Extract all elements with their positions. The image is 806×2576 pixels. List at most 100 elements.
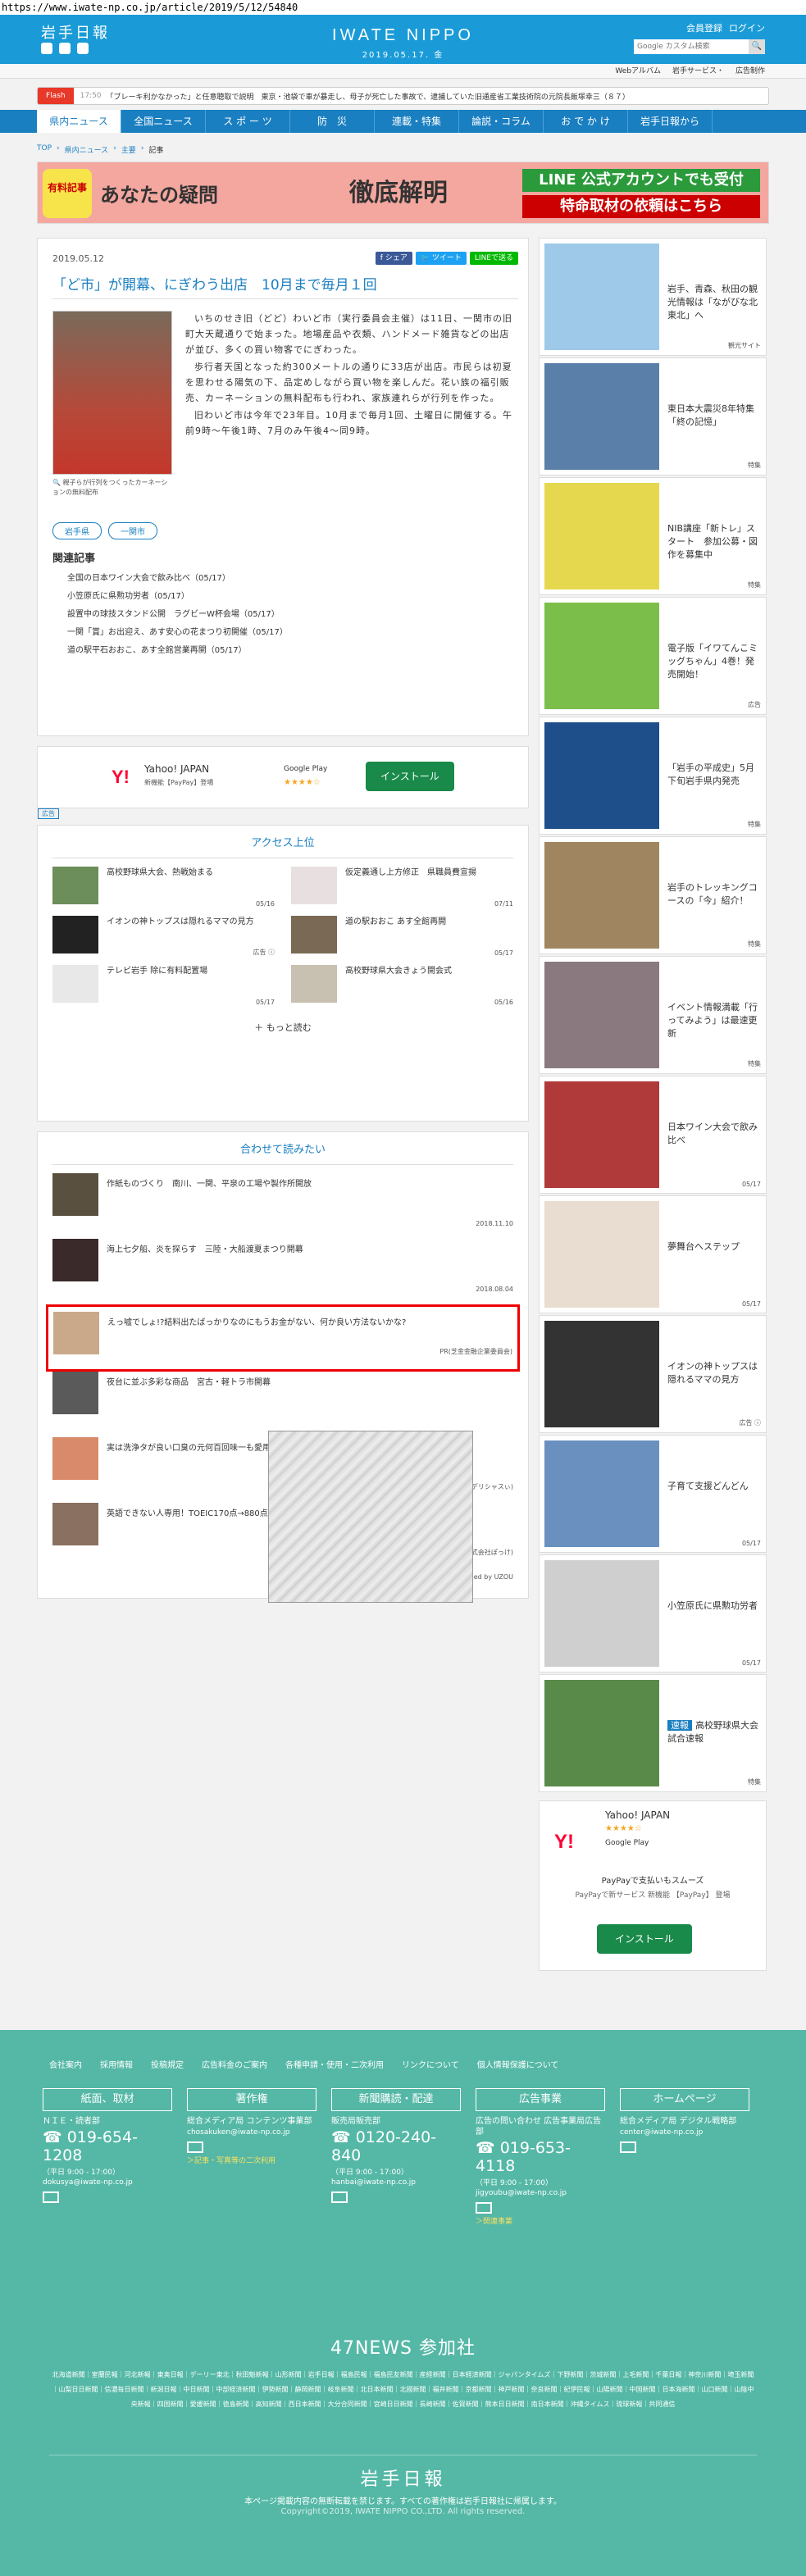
sidebar-thumb[interactable] xyxy=(544,962,659,1068)
reco-text[interactable]: 作紙ものづくり 南川、一関、平泉の工場や製作所開放 xyxy=(107,1178,312,1239)
sidebar-thumb[interactable] xyxy=(544,483,659,589)
reco-thumb[interactable] xyxy=(52,1173,98,1216)
footer-link[interactable]: 広告料金のご案内 xyxy=(202,2058,267,2070)
install-button[interactable]: インストール xyxy=(597,1924,692,1954)
sidebar-item[interactable]: 東日本大震災8年特集「終の記憶」 特集 xyxy=(539,357,767,476)
ranking-item[interactable]: 仮定義通し上方修正 県職員費宣揚 07/11 xyxy=(291,867,513,908)
sidebar-item[interactable]: イオンの神トップスは隠れるママの見方 広告 ⓘ xyxy=(539,1315,767,1433)
sidebar-item[interactable]: 速報 高校野球県大会 試合速報 特集 xyxy=(539,1674,767,1792)
contact-phone[interactable]: ☎ 0120-240-840 xyxy=(331,2128,461,2164)
ranking-text[interactable]: テレビ岩手 除に有料配置場 xyxy=(107,965,207,1006)
reco-item[interactable]: 海上七夕船、炎を探らす 三陸・大船渡夏まつり開幕 2018.08.04 xyxy=(52,1239,513,1304)
banner-request-cta[interactable]: 特命取材の依頼はこちら xyxy=(522,195,760,218)
contact-link[interactable]: ＞関連事業 xyxy=(476,2215,605,2226)
footer-link[interactable]: リンクについて xyxy=(402,2058,459,2070)
sidebar-thumb[interactable] xyxy=(544,1321,659,1427)
mail-icon[interactable] xyxy=(476,2202,492,2214)
ranking-text[interactable]: イオンの神トップスは隠れるママの見方 xyxy=(107,916,254,957)
reco-text[interactable]: 夜台に並ぶ多彩な商品 宮古・軽トラ市開幕 xyxy=(107,1377,271,1437)
contact-link[interactable]: ＞記事・写真等の二次利用 xyxy=(187,2155,316,2165)
reco-thumb[interactable] xyxy=(52,1437,98,1480)
tag-ichinoseki[interactable]: 一関市 xyxy=(108,522,157,539)
sidebar-item[interactable]: 岩手のトレッキングコースの「今」紹介！ 特集 xyxy=(539,836,767,954)
contact-email[interactable]: jigyoubu@iwate-np.co.jp xyxy=(476,2189,605,2197)
yahoo-app-ad-sidebar[interactable]: Y! Yahoo! JAPAN ★★★★☆ Google Play PayPay… xyxy=(539,1800,767,1971)
tweet-button[interactable]: 🐦 ツイート xyxy=(415,252,467,265)
sidebar-text[interactable]: 小笠原氏に県勲功労者 xyxy=(667,1600,758,1667)
contact-heading[interactable]: 広告事業 xyxy=(476,2088,605,2111)
sidebar-item[interactable]: 岩手、青森、秋田の観光情報は「ながびな北東北」へ 観光サイト xyxy=(539,238,767,356)
sidebar-item[interactable]: 電子版「イワてんこミッグちゃん」4巻！発売開始！ 広告 xyxy=(539,597,767,715)
sidebar-thumb[interactable] xyxy=(544,722,659,829)
search-input[interactable] xyxy=(634,39,749,54)
subnav-item[interactable]: Webアルバム xyxy=(615,64,661,78)
sidebar-text[interactable]: 東日本大震災8年特集「終の記憶」 xyxy=(667,403,761,470)
mail-icon[interactable] xyxy=(43,2191,59,2203)
related-item[interactable]: 一関「賞」お出迎え、あす安心の花まつり初開催（05/17） xyxy=(67,624,518,642)
sidebar-thumb[interactable] xyxy=(544,1560,659,1667)
url-bar[interactable]: https://www.iwate-np.co.jp/article/2019/… xyxy=(0,0,806,15)
footer-link[interactable]: 会社案内 xyxy=(49,2058,82,2070)
sidebar-item[interactable]: 日本ワイン大会で飲み比べ 05/17 xyxy=(539,1076,767,1194)
facebook-share-button[interactable]: f シェア xyxy=(375,252,412,265)
sidebar-text[interactable]: 子育て支援どんどん xyxy=(667,1480,749,1547)
manga-ad-image[interactable] xyxy=(268,1431,473,1603)
flash-text[interactable]: 「ブレーキ利かなかった」と任意聴取で説明 東京・池袋で車が暴走し、母子が死亡した… xyxy=(107,91,630,102)
ranking-thumb[interactable] xyxy=(291,867,337,904)
subnav-item[interactable]: 広告制作 xyxy=(735,64,765,78)
sidebar-thumb[interactable] xyxy=(544,1081,659,1188)
article-photo[interactable]: 🔍 親子らが行列をつくったカーネーションの無料配布 xyxy=(52,311,172,498)
contact-email[interactable]: chosakuken@iwate-np.co.jp xyxy=(187,2128,316,2137)
contact-email[interactable]: dokusya@iwate-np.co.jp xyxy=(43,2178,172,2187)
reco-thumb[interactable] xyxy=(52,1503,98,1545)
ranking-thumb[interactable] xyxy=(291,916,337,953)
mail-icon[interactable] xyxy=(331,2191,348,2203)
sidebar-item[interactable]: NIB講座「新トレ」スタート 参加公募・図作を募集中 特集 xyxy=(539,477,767,595)
sidebar-text[interactable]: 電子版「イワてんこミッグちゃん」4巻！発売開始！ xyxy=(667,642,761,709)
flash-news-ticker[interactable]: Flash 17:50 「ブレーキ利かなかった」と任意聴取で説明 東京・池袋で車… xyxy=(37,87,769,105)
nav-item-from-iwate-nippo[interactable]: 岩手日報から xyxy=(628,110,713,133)
ranking-thumb[interactable] xyxy=(52,965,98,1003)
nav-item-outings[interactable]: お で か け xyxy=(544,110,628,133)
nav-item-national-news[interactable]: 全国ニュース xyxy=(121,110,206,133)
footer-link[interactable]: 採用情報 xyxy=(100,2058,133,2070)
login-link[interactable]: ログイン xyxy=(729,21,765,34)
sidebar-text[interactable]: イベント情報満載「行ってみよう」は最速更新 xyxy=(667,1001,761,1068)
reco-thumb[interactable] xyxy=(52,1239,98,1281)
news47-member-list[interactable]: 北海道新聞｜室蘭民報｜河北新報｜東奥日報｜デーリー東北｜秋田魁新報｜山形新聞｜岩… xyxy=(49,2368,757,2412)
sidebar-item[interactable]: 夢舞台へステップ 05/17 xyxy=(539,1195,767,1313)
ranking-thumb[interactable] xyxy=(52,916,98,953)
promo-banner[interactable]: 有料記事 あなたの疑問 徹底解明 LINE 公式アカウントでも受付 特命取材の依… xyxy=(37,162,769,224)
install-button[interactable]: インストール xyxy=(366,762,454,791)
footer-link[interactable]: 投稿規定 xyxy=(151,2058,184,2070)
ranking-thumb[interactable] xyxy=(291,965,337,1003)
sidebar-item[interactable]: 子育て支援どんどん 05/17 xyxy=(539,1435,767,1553)
breadcrumb-top[interactable]: TOP xyxy=(37,144,52,155)
breadcrumb-local-news[interactable]: 県内ニュース xyxy=(65,144,109,155)
sidebar-text[interactable]: 日本ワイン大会で飲み比べ xyxy=(667,1121,761,1188)
read-more-button[interactable]: ＋ もっと読む xyxy=(52,1021,513,1034)
sidebar-thumb[interactable] xyxy=(544,842,659,949)
photo-image[interactable] xyxy=(52,311,172,475)
nav-item-disaster[interactable]: 防 災 xyxy=(290,110,375,133)
related-item[interactable]: 道の駅平石おおこ、あす全館営業再開（05/17） xyxy=(67,642,518,660)
nav-item-local-news[interactable]: 県内ニュース xyxy=(37,110,121,133)
sidebar-text[interactable]: 夢舞台へステップ xyxy=(667,1240,740,1308)
sidebar-thumb[interactable] xyxy=(544,1201,659,1308)
sidebar-thumb[interactable] xyxy=(544,363,659,470)
ranking-item[interactable]: イオンの神トップスは隠れるママの見方 広告 ⓘ xyxy=(52,916,275,957)
yahoo-app-ad[interactable]: Y! Yahoo! JAPAN 新機能【PayPay】登場 Google Pla… xyxy=(37,746,529,819)
reco-thumb[interactable] xyxy=(53,1312,99,1354)
related-item[interactable]: 全国の日本ワイン大会で飲み比べ（05/17） xyxy=(67,570,518,588)
ranking-item[interactable]: 道の駅おおこ あす全館再開 05/17 xyxy=(291,916,513,957)
related-item[interactable]: 小笠原氏に県勲功労者（05/17） xyxy=(67,588,518,606)
sidebar-item[interactable]: イベント情報満載「行ってみよう」は最速更新 特集 xyxy=(539,956,767,1074)
ranking-item[interactable]: テレビ岩手 除に有料配置場 05/17 xyxy=(52,965,275,1006)
ranking-item[interactable]: 高校野球県大会きょう開会式 05/16 xyxy=(291,965,513,1006)
sidebar-item[interactable]: 小笠原氏に県勲功労者 05/17 xyxy=(539,1554,767,1673)
contact-phone[interactable]: ☎ 019-654-1208 xyxy=(43,2128,172,2164)
nav-item-features[interactable]: 連載・特集 xyxy=(375,110,459,133)
ranking-text[interactable]: 道の駅おおこ あす全館再開 xyxy=(345,916,446,957)
ranking-item[interactable]: 高校野球県大会、熱戦始まる 05/16 xyxy=(52,867,275,908)
footer-link[interactable]: 各種申請・使用・二次利用 xyxy=(285,2058,384,2070)
